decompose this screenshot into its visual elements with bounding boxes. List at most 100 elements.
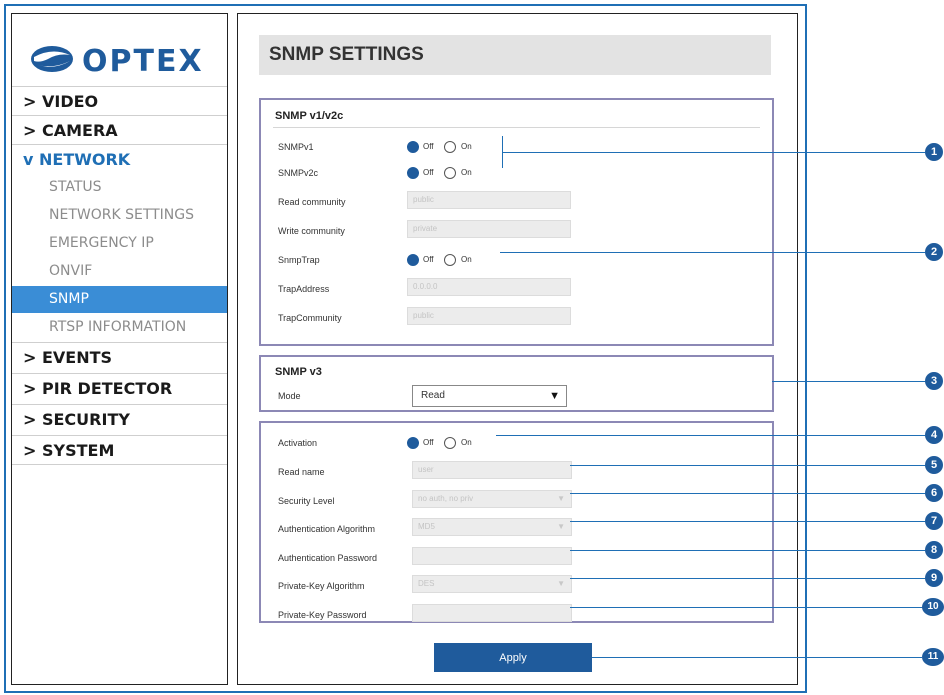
auth-password-label: Authentication Password bbox=[278, 553, 378, 563]
sidebar-item-emergency-ip[interactable]: EMERGENCY IP bbox=[12, 230, 227, 257]
snmpv1-radio-group: Off On bbox=[407, 141, 507, 155]
callout-line bbox=[772, 381, 925, 382]
callout-badge-1: 1 bbox=[925, 143, 943, 161]
security-level-label: Security Level bbox=[278, 496, 335, 506]
read-community-field[interactable]: public bbox=[407, 191, 571, 209]
sidebar-item-rtsp-information[interactable]: RTSP INFORMATION bbox=[12, 314, 227, 341]
snmp-v3-section: SNMP v3 Mode Read ▼ bbox=[259, 355, 774, 412]
menu-video[interactable]: > VIDEO bbox=[12, 86, 227, 115]
snmpv2c-on-radio[interactable] bbox=[444, 167, 456, 179]
snmp-v3-settings-section: Activation Off On Read name user Securit… bbox=[259, 421, 774, 623]
section-title: SNMP v3 bbox=[275, 366, 322, 378]
privkey-password-field[interactable] bbox=[412, 604, 572, 622]
snmptrap-on-radio[interactable] bbox=[444, 254, 456, 266]
auth-password-field[interactable] bbox=[412, 547, 572, 565]
privkey-algorithm-value: DES bbox=[418, 579, 435, 588]
sidebar-item-onvif[interactable]: ONVIF bbox=[12, 258, 227, 285]
radio-on-label: On bbox=[461, 438, 472, 447]
menu-events[interactable]: > EVENTS bbox=[12, 342, 227, 371]
write-community-field[interactable]: private bbox=[407, 220, 571, 238]
divider bbox=[273, 127, 760, 128]
trapcommunity-label: TrapCommunity bbox=[278, 313, 342, 323]
sidebar-item-network-settings[interactable]: NETWORK SETTINGS bbox=[12, 202, 227, 229]
optex-logo: OPTEX bbox=[30, 35, 215, 83]
menu-camera[interactable]: > CAMERA bbox=[12, 115, 227, 144]
trapaddress-field[interactable]: 0.0.0.0 bbox=[407, 278, 571, 296]
radio-off-label: Off bbox=[423, 255, 434, 264]
svg-text:OPTEX: OPTEX bbox=[82, 44, 204, 79]
mode-label: Mode bbox=[278, 391, 301, 401]
callout-line bbox=[570, 607, 925, 608]
chevron-down-icon: ▼ bbox=[557, 494, 565, 503]
callout-badge-6: 6 bbox=[925, 484, 943, 502]
auth-algorithm-select[interactable]: MD5 ▼ bbox=[412, 518, 572, 536]
menu-network[interactable]: v NETWORK bbox=[12, 144, 227, 173]
callout-line bbox=[570, 521, 925, 522]
callout-badge-10: 10 bbox=[922, 598, 944, 616]
callout-badge-11: 11 bbox=[922, 648, 944, 666]
write-community-label: Write community bbox=[278, 226, 345, 236]
sidebar-item-status[interactable]: STATUS bbox=[12, 174, 227, 201]
callout-line bbox=[500, 252, 925, 253]
radio-on-label: On bbox=[461, 168, 472, 177]
menu-security[interactable]: > SECURITY bbox=[12, 404, 227, 433]
snmpv2c-off-radio[interactable] bbox=[407, 167, 419, 179]
radio-off-label: Off bbox=[423, 142, 434, 151]
menu-system[interactable]: > SYSTEM bbox=[12, 435, 227, 465]
callout-badge-2: 2 bbox=[925, 243, 943, 261]
mode-value: Read bbox=[421, 390, 445, 401]
snmpv2c-radio-group: Off On bbox=[407, 167, 507, 181]
radio-on-label: On bbox=[461, 142, 472, 151]
radio-off-label: Off bbox=[423, 438, 434, 447]
callout-line bbox=[570, 550, 925, 551]
privkey-algorithm-select[interactable]: DES ▼ bbox=[412, 575, 572, 593]
activation-label: Activation bbox=[278, 438, 318, 448]
read-community-label: Read community bbox=[278, 197, 346, 207]
snmptrap-off-radio[interactable] bbox=[407, 254, 419, 266]
snmpv1-on-radio[interactable] bbox=[444, 141, 456, 153]
callout-badge-7: 7 bbox=[925, 512, 943, 530]
auth-algorithm-value: MD5 bbox=[418, 522, 435, 531]
security-level-select[interactable]: no auth, no priv ▼ bbox=[412, 490, 572, 508]
activation-radio-group: Off On bbox=[407, 437, 507, 451]
callout-badge-8: 8 bbox=[925, 541, 943, 559]
callout-line bbox=[592, 657, 922, 658]
main-panel: SNMP SETTINGS SNMP v1/v2c SNMPv1 Off On … bbox=[237, 13, 798, 685]
chevron-down-icon: ▼ bbox=[549, 390, 560, 402]
security-level-value: no auth, no priv bbox=[418, 494, 474, 503]
chevron-down-icon: ▼ bbox=[557, 579, 565, 588]
callout-line bbox=[502, 152, 925, 153]
snmpv2c-label: SNMPv2c bbox=[278, 168, 319, 178]
snmptrap-label: SnmpTrap bbox=[278, 255, 320, 265]
radio-off-label: Off bbox=[423, 168, 434, 177]
privkey-password-label: Private-Key Password bbox=[278, 610, 367, 620]
section-title: SNMP v1/v2c bbox=[275, 110, 344, 122]
activation-on-radio[interactable] bbox=[444, 437, 456, 449]
snmpv1-label: SNMPv1 bbox=[278, 142, 314, 152]
read-name-field[interactable]: user bbox=[412, 461, 572, 479]
callout-badge-4: 4 bbox=[925, 426, 943, 444]
activation-off-radio[interactable] bbox=[407, 437, 419, 449]
snmptrap-radio-group: Off On bbox=[407, 254, 507, 268]
callout-line bbox=[570, 465, 925, 466]
privkey-algorithm-label: Private-Key Algorithm bbox=[278, 581, 365, 591]
mode-select[interactable]: Read ▼ bbox=[412, 385, 567, 407]
read-name-label: Read name bbox=[278, 467, 325, 477]
callout-line bbox=[570, 493, 925, 494]
sidebar: OPTEX > VIDEO > CAMERA v NETWORK STATUS … bbox=[11, 13, 228, 685]
apply-button[interactable]: Apply bbox=[434, 643, 592, 672]
chevron-down-icon: ▼ bbox=[557, 522, 565, 531]
radio-on-label: On bbox=[461, 255, 472, 264]
sidebar-item-snmp[interactable]: SNMP bbox=[12, 286, 227, 313]
auth-algorithm-label: Authentication Algorithm bbox=[278, 524, 376, 534]
snmp-v1v2c-section: SNMP v1/v2c SNMPv1 Off On SNMPv2c Off On… bbox=[259, 98, 774, 346]
snmpv1-off-radio[interactable] bbox=[407, 141, 419, 153]
callout-line bbox=[496, 435, 925, 436]
callout-badge-9: 9 bbox=[925, 569, 943, 587]
trapcommunity-field[interactable]: public bbox=[407, 307, 571, 325]
menu-pir-detector[interactable]: > PIR DETECTOR bbox=[12, 373, 227, 402]
callout-line bbox=[570, 578, 925, 579]
callout-badge-3: 3 bbox=[925, 372, 943, 390]
trapaddress-label: TrapAddress bbox=[278, 284, 330, 294]
page-title: SNMP SETTINGS bbox=[259, 35, 771, 75]
